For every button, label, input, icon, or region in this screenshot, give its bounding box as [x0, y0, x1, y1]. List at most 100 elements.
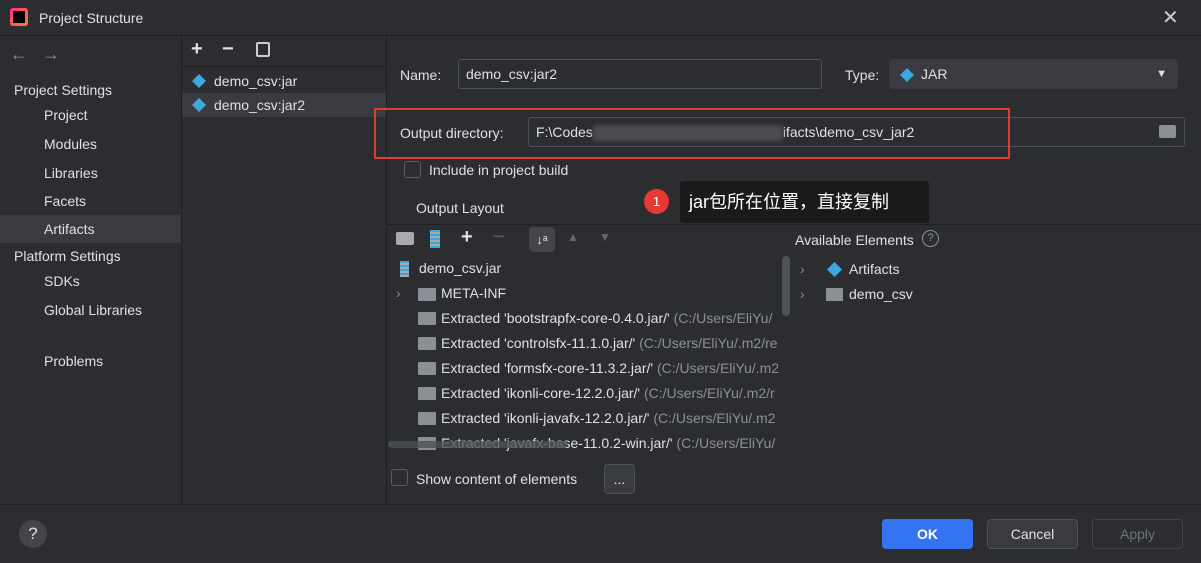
chevron-right-icon[interactable]: › — [396, 281, 401, 306]
annotation-badge: 1 — [644, 189, 669, 214]
entry-path: (C:/Users/EliYu/.m2/re — [639, 335, 778, 351]
entry-path: (C:/Users/EliYu/.m2/r — [644, 385, 775, 401]
entry-name: Extracted 'controlsfx-11.1.0.jar/' — [441, 335, 636, 351]
name-value: demo_csv:jar2 — [466, 66, 558, 82]
move-down-icon[interactable]: ▼ — [599, 230, 611, 244]
sidebar-item-global-libraries[interactable]: Global Libraries — [0, 296, 181, 324]
entry-path: (C:/Users/EliYu/.m2 — [656, 360, 780, 376]
name-label: Name: — [400, 67, 442, 83]
artifact-icon — [192, 98, 206, 112]
help-icon[interactable]: ? — [922, 230, 939, 247]
back-icon[interactable]: ← — [10, 44, 28, 65]
ok-button[interactable]: OK — [882, 519, 973, 549]
title-bar: Project Structure ✕ — [0, 0, 1201, 36]
extracted-icon — [418, 412, 436, 425]
remove-icon[interactable]: − — [222, 38, 234, 61]
available-label: demo_csv — [849, 286, 913, 302]
type-label: Type: — [845, 67, 880, 83]
tree-entry[interactable]: Extracted 'formsfx-core-11.3.2.jar/' (C:… — [388, 356, 783, 381]
sidebar-item-libraries[interactable]: Libraries — [0, 159, 181, 187]
extracted-icon — [418, 337, 436, 350]
sidebar-item-facets[interactable]: Facets — [0, 187, 181, 215]
extracted-icon — [418, 312, 436, 325]
add-icon[interactable]: + — [191, 38, 203, 61]
extracted-icon — [418, 387, 436, 400]
artifact-item[interactable]: demo_csv:jar — [182, 69, 386, 93]
app-logo-icon — [10, 8, 28, 26]
type-select[interactable]: JAR ▼ — [889, 59, 1178, 89]
forward-icon[interactable]: → — [42, 44, 60, 65]
entry-name: Extracted 'bootstrapfx-core-0.4.0.jar/' — [441, 310, 670, 326]
platform-settings-header: Platform Settings — [14, 248, 121, 264]
tree-entry[interactable]: Extracted 'bootstrapfx-core-0.4.0.jar/' … — [388, 306, 783, 331]
entry-name: Extracted 'ikonli-javafx-12.2.0.jar/' — [441, 410, 650, 426]
include-in-build-checkbox[interactable] — [404, 161, 421, 178]
artifact-icon — [900, 68, 914, 82]
copy-icon[interactable] — [256, 42, 270, 57]
include-in-build-label: Include in project build — [429, 162, 569, 178]
close-icon[interactable]: ✕ — [1162, 5, 1179, 30]
entry-path: (C:/Users/EliYu/ — [673, 310, 773, 326]
show-content-label: Show content of elements — [416, 471, 578, 487]
new-directory-icon[interactable] — [396, 232, 414, 245]
chevron-right-icon[interactable]: › — [800, 261, 805, 277]
name-input[interactable]: demo_csv:jar2 — [458, 59, 822, 89]
move-up-icon[interactable]: ▲ — [567, 230, 579, 244]
module-icon — [826, 288, 843, 301]
artifact-label: demo_csv:jar2 — [214, 97, 306, 113]
folder-icon — [418, 288, 436, 301]
available-item-artifacts[interactable]: › Artifacts — [800, 257, 1180, 281]
sidebar-item-label: Artifacts — [44, 221, 95, 237]
jar-icon — [400, 261, 409, 277]
chevron-right-icon[interactable]: › — [800, 286, 805, 302]
entry-path: (C:/Users/EliYu/.m2 — [653, 410, 776, 426]
available-item-module[interactable]: › demo_csv — [800, 282, 1180, 306]
help-button[interactable]: ? — [19, 520, 47, 548]
add-element-icon[interactable]: + — [461, 226, 473, 249]
sort-icon[interactable]: ↓ᵃ — [529, 227, 555, 252]
sidebar-item-sdks[interactable]: SDKs — [0, 267, 181, 295]
more-button[interactable]: ... — [604, 464, 635, 494]
window-title: Project Structure — [39, 10, 144, 26]
tree-root[interactable]: demo_csv.jar — [388, 256, 783, 281]
show-content-checkbox[interactable] — [391, 469, 408, 486]
sidebar-item-problems[interactable]: Problems — [0, 347, 181, 375]
entry-name: Extracted 'ikonli-core-12.2.0.jar/' — [441, 385, 641, 401]
sidebar-item-artifacts[interactable]: Artifacts — [0, 215, 181, 243]
available-elements-title: Available Elements — [795, 232, 914, 248]
sidebar-item-label: Modules — [44, 136, 97, 152]
type-value: JAR — [921, 66, 948, 82]
sidebar-item-label: Libraries — [44, 165, 98, 181]
entry-name: Extracted 'formsfx-core-11.3.2.jar/' — [441, 360, 654, 376]
artifact-item[interactable]: demo_csv:jar2 — [182, 93, 386, 117]
tree-entry[interactable]: Extracted 'controlsfx-11.1.0.jar/' (C:/U… — [388, 331, 783, 356]
cancel-button[interactable]: Cancel — [987, 519, 1078, 549]
sidebar-item-label: Project — [44, 107, 88, 123]
annotation-tooltip: jar包所在位置，直接复制 — [680, 181, 929, 223]
extracted-icon — [418, 362, 436, 375]
sidebar-item-project[interactable]: Project — [0, 101, 181, 129]
artifact-icon — [192, 74, 206, 88]
archive-icon[interactable] — [430, 230, 440, 248]
tree-label: demo_csv.jar — [419, 260, 502, 276]
chevron-down-icon: ▼ — [1156, 68, 1167, 80]
sidebar-item-label: Facets — [44, 193, 87, 209]
available-label: Artifacts — [849, 261, 900, 277]
apply-button[interactable]: Apply — [1092, 519, 1183, 549]
horizontal-scrollbar[interactable] — [388, 441, 568, 448]
artifact-label: demo_csv:jar — [214, 73, 298, 89]
sidebar-item-label: SDKs — [44, 273, 80, 289]
entry-path: (C:/Users/EliYu/ — [676, 435, 776, 451]
tree-folder[interactable]: › META-INF — [388, 281, 783, 306]
folder-icon[interactable] — [1159, 125, 1176, 138]
output-layout-tab[interactable]: Output Layout — [416, 200, 504, 216]
artifact-icon — [827, 262, 842, 277]
highlight-box — [374, 108, 1010, 159]
sidebar-item-modules[interactable]: Modules — [0, 130, 181, 158]
remove-element-icon[interactable]: − — [493, 226, 505, 249]
tree-entry[interactable]: Extracted 'ikonli-core-12.2.0.jar/' (C:/… — [388, 381, 783, 406]
sidebar-item-label: Problems — [44, 353, 104, 369]
vertical-scrollbar[interactable] — [782, 256, 790, 316]
tree-label: META-INF — [441, 285, 507, 301]
tree-entry[interactable]: Extracted 'ikonli-javafx-12.2.0.jar/' (C… — [388, 406, 783, 431]
